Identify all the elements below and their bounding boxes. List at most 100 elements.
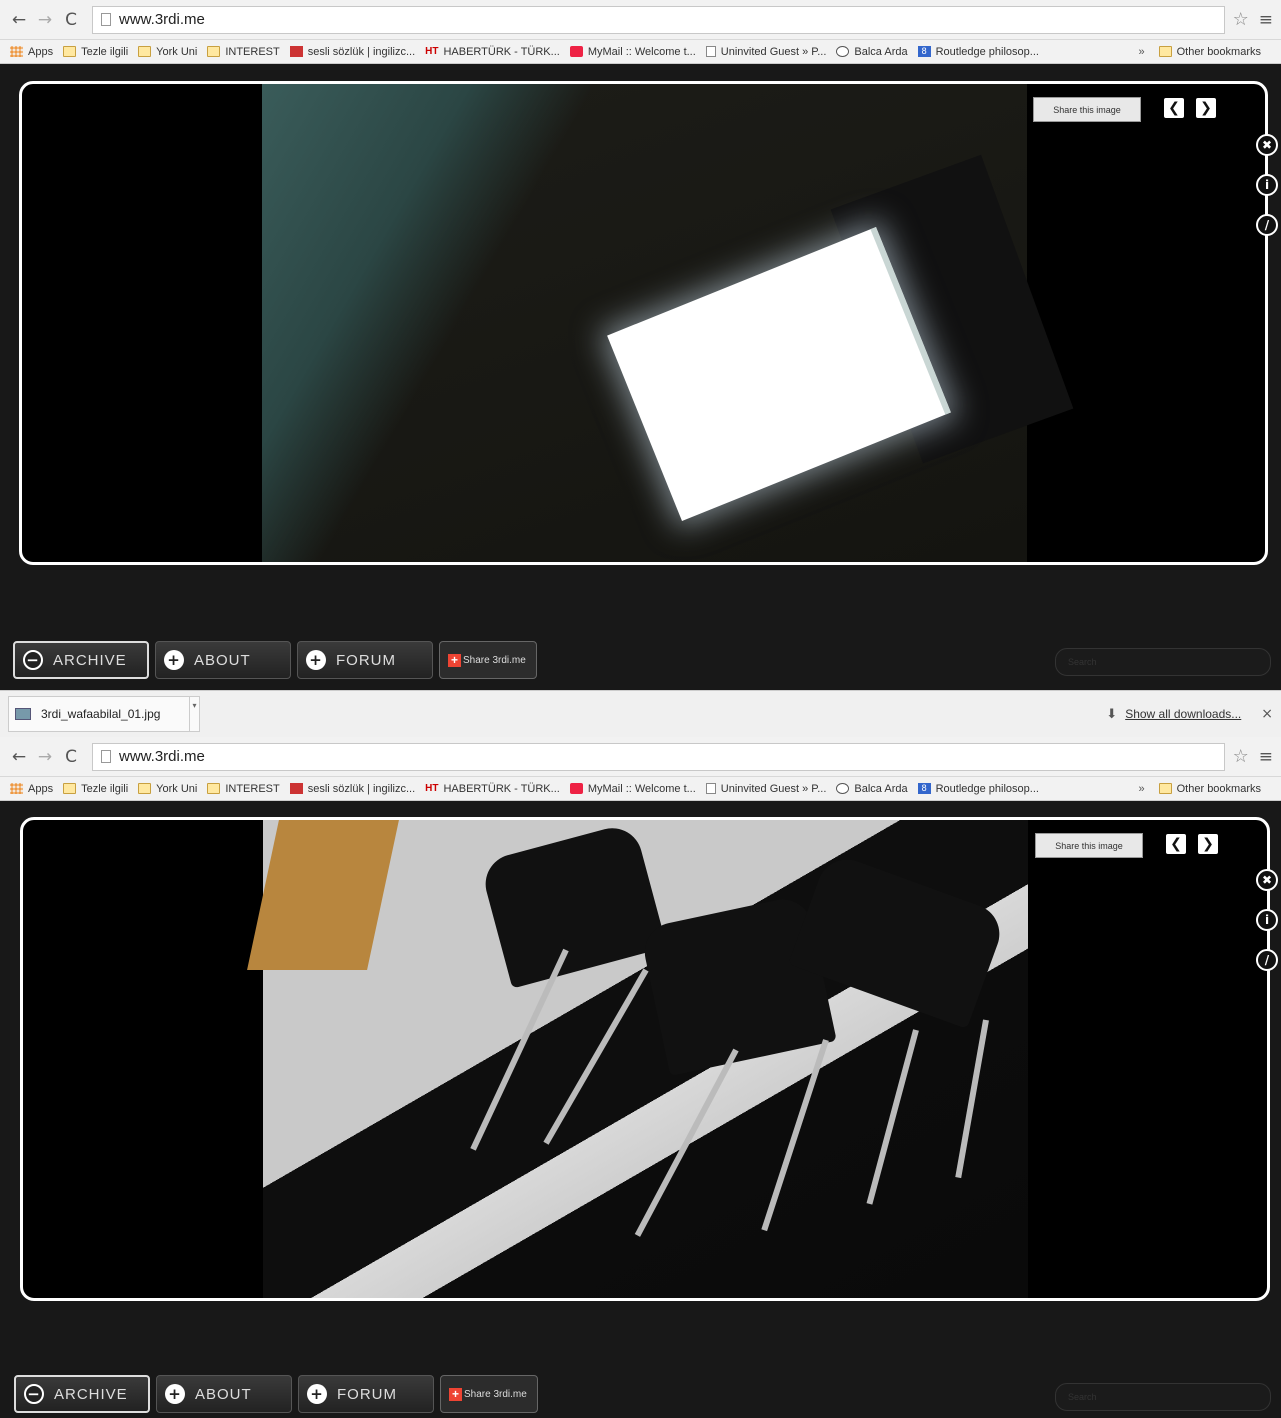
download-item[interactable]: 3rdi_wafaabilal_01.jpg ▾ [8,696,200,732]
folder-icon [207,783,221,794]
edit-icon[interactable]: / [1256,214,1278,236]
url-text: www.3rdi.me [119,11,205,28]
bookmark-star-icon[interactable]: ☆ [1233,9,1249,30]
bookmark-tezle[interactable]: Tezle ilgili [63,46,128,58]
download-bar: 3rdi_wafaabilal_01.jpg ▾ ⬇ Show all down… [0,690,1281,737]
minus-icon: − [23,650,43,670]
page-icon [101,750,111,763]
bookmark-york[interactable]: York Uni [138,46,197,58]
plus-icon: + [306,650,326,670]
bookmark-haberturk[interactable]: HT HABERTÜRK - TÜRK... [425,783,560,795]
forum-button[interactable]: + FORUM [297,641,433,679]
prev-image-icon[interactable]: ❮ [1166,834,1186,854]
other-bookmarks[interactable]: Other bookmarks [1158,46,1261,58]
bookmark-balca[interactable]: Balca Arda [836,46,908,58]
other-bookmarks[interactable]: Other bookmarks [1158,783,1261,795]
archive-button[interactable]: − ARCHIVE [14,1375,150,1413]
ht-icon: HT [425,783,439,794]
search-input[interactable]: Search [1055,648,1271,676]
page-icon [705,783,716,794]
about-button[interactable]: + ABOUT [156,1375,292,1413]
bookmark-interest[interactable]: INTEREST [207,46,280,58]
folder-icon [138,783,152,794]
bookmark-star-icon[interactable]: ☆ [1233,746,1249,767]
wooden-chair-shape [247,820,399,970]
back-arrow-icon[interactable]: ← [8,746,30,768]
forum-button[interactable]: + FORUM [298,1375,434,1413]
archive-button[interactable]: − ARCHIVE [13,641,149,679]
about-button[interactable]: + ABOUT [155,641,291,679]
plus-icon: + [307,1384,327,1404]
edit-icon[interactable]: / [1256,949,1278,971]
bookmark-sesli[interactable]: sesli sözlük | ingilizc... [289,46,415,58]
bookmark-routledge[interactable]: 8 Routledge philosop... [917,46,1039,58]
search-input[interactable]: Search [1055,1383,1271,1411]
image-viewer: Share this image ❮ ❯ [19,81,1268,565]
bookmark-uninvited[interactable]: Uninvited Guest » P... [705,783,826,795]
share-site-button[interactable]: + Share 3rdi.me [439,641,537,679]
bookmark-interest[interactable]: INTEREST [207,783,280,795]
site-icon [289,783,303,794]
page-content: Share this image ❮ ❯ ✖ i / − ARCHIVE + ABO… [0,64,1281,690]
page-icon [101,13,111,26]
viewer-side-icons: ✖ i / [1256,869,1278,971]
address-bar[interactable]: www.3rdi.me [92,5,1225,34]
forward-arrow-icon[interactable]: → [34,746,56,768]
forward-arrow-icon[interactable]: → [34,9,56,31]
bookmark-apps[interactable]: Apps [10,46,53,58]
bookmark-balca[interactable]: Balca Arda [836,783,908,795]
chair-shape [478,821,668,989]
share-site-button[interactable]: + Share 3rdi.me [440,1375,538,1413]
google-icon: 8 [917,46,931,57]
share-image-button[interactable]: Share this image [1033,97,1141,122]
close-icon[interactable]: ✖ [1256,869,1278,891]
download-menu-icon[interactable]: ▾ [189,697,199,731]
folder-icon [1158,783,1172,794]
info-icon[interactable]: i [1256,909,1278,931]
show-all-downloads-link[interactable]: Show all downloads... [1125,707,1241,721]
download-filename: 3rdi_wafaabilal_01.jpg [41,707,161,721]
browser-toolbar: ← → C www.3rdi.me ☆ ≡ [0,0,1281,40]
folder-icon [63,46,77,57]
reload-icon[interactable]: C [60,9,82,31]
bookmark-uninvited[interactable]: Uninvited Guest » P... [705,46,826,58]
plus-icon: + [164,650,184,670]
bookmark-mymail[interactable]: MyMail :: Welcome t... [569,783,696,795]
browser-toolbar: ← → C www.3rdi.me ☆ ≡ [0,737,1281,777]
bookmark-mymail[interactable]: MyMail :: Welcome t... [569,46,696,58]
menu-icon[interactable]: ≡ [1259,747,1273,767]
wordpress-icon [836,783,850,794]
bookmark-routledge[interactable]: 8 Routledge philosop... [917,783,1039,795]
next-image-icon[interactable]: ❯ [1198,834,1218,854]
browser-window-top: ← → C www.3rdi.me ☆ ≡ Apps Tezle ilgili … [0,0,1281,690]
bookmark-apps[interactable]: Apps [10,783,53,795]
bookmark-sesli[interactable]: sesli sözlük | ingilizc... [289,783,415,795]
image-viewer: Share this image ❮ ❯ [20,817,1270,1301]
bookmark-haberturk[interactable]: HT HABERTÜRK - TÜRK... [425,46,560,58]
page-icon [705,46,716,57]
bookmarks-overflow-icon[interactable]: » [1139,783,1145,795]
menu-icon[interactable]: ≡ [1259,10,1273,30]
close-icon[interactable]: × [1261,706,1273,722]
chair-leg-shape [543,968,649,1145]
address-bar[interactable]: www.3rdi.me [92,742,1225,771]
bookmarks-bar: Apps Tezle ilgili York Uni INTEREST sesl… [0,40,1281,64]
apps-icon [10,46,23,57]
reload-icon[interactable]: C [60,746,82,768]
prev-image-icon[interactable]: ❮ [1164,98,1184,118]
share-image-button[interactable]: Share this image [1035,833,1143,858]
bookmark-york[interactable]: York Uni [138,783,197,795]
next-image-icon[interactable]: ❯ [1196,98,1216,118]
site-nav: − ARCHIVE + ABOUT + FORUM + Share 3rdi.me [14,1375,538,1413]
plus-icon: + [449,1387,462,1401]
info-icon[interactable]: i [1256,174,1278,196]
back-arrow-icon[interactable]: ← [8,9,30,31]
browser-window-bottom: ← → C www.3rdi.me ☆ ≡ Apps Tezle ilgili … [0,737,1281,1418]
ht-icon: HT [425,46,439,57]
site-nav: − ARCHIVE + ABOUT + FORUM + Share 3rdi.me [13,641,537,679]
minus-icon: − [24,1384,44,1404]
bookmark-tezle[interactable]: Tezle ilgili [63,783,128,795]
bookmarks-overflow-icon[interactable]: » [1139,46,1145,58]
folder-icon [207,46,221,57]
close-icon[interactable]: ✖ [1256,134,1278,156]
